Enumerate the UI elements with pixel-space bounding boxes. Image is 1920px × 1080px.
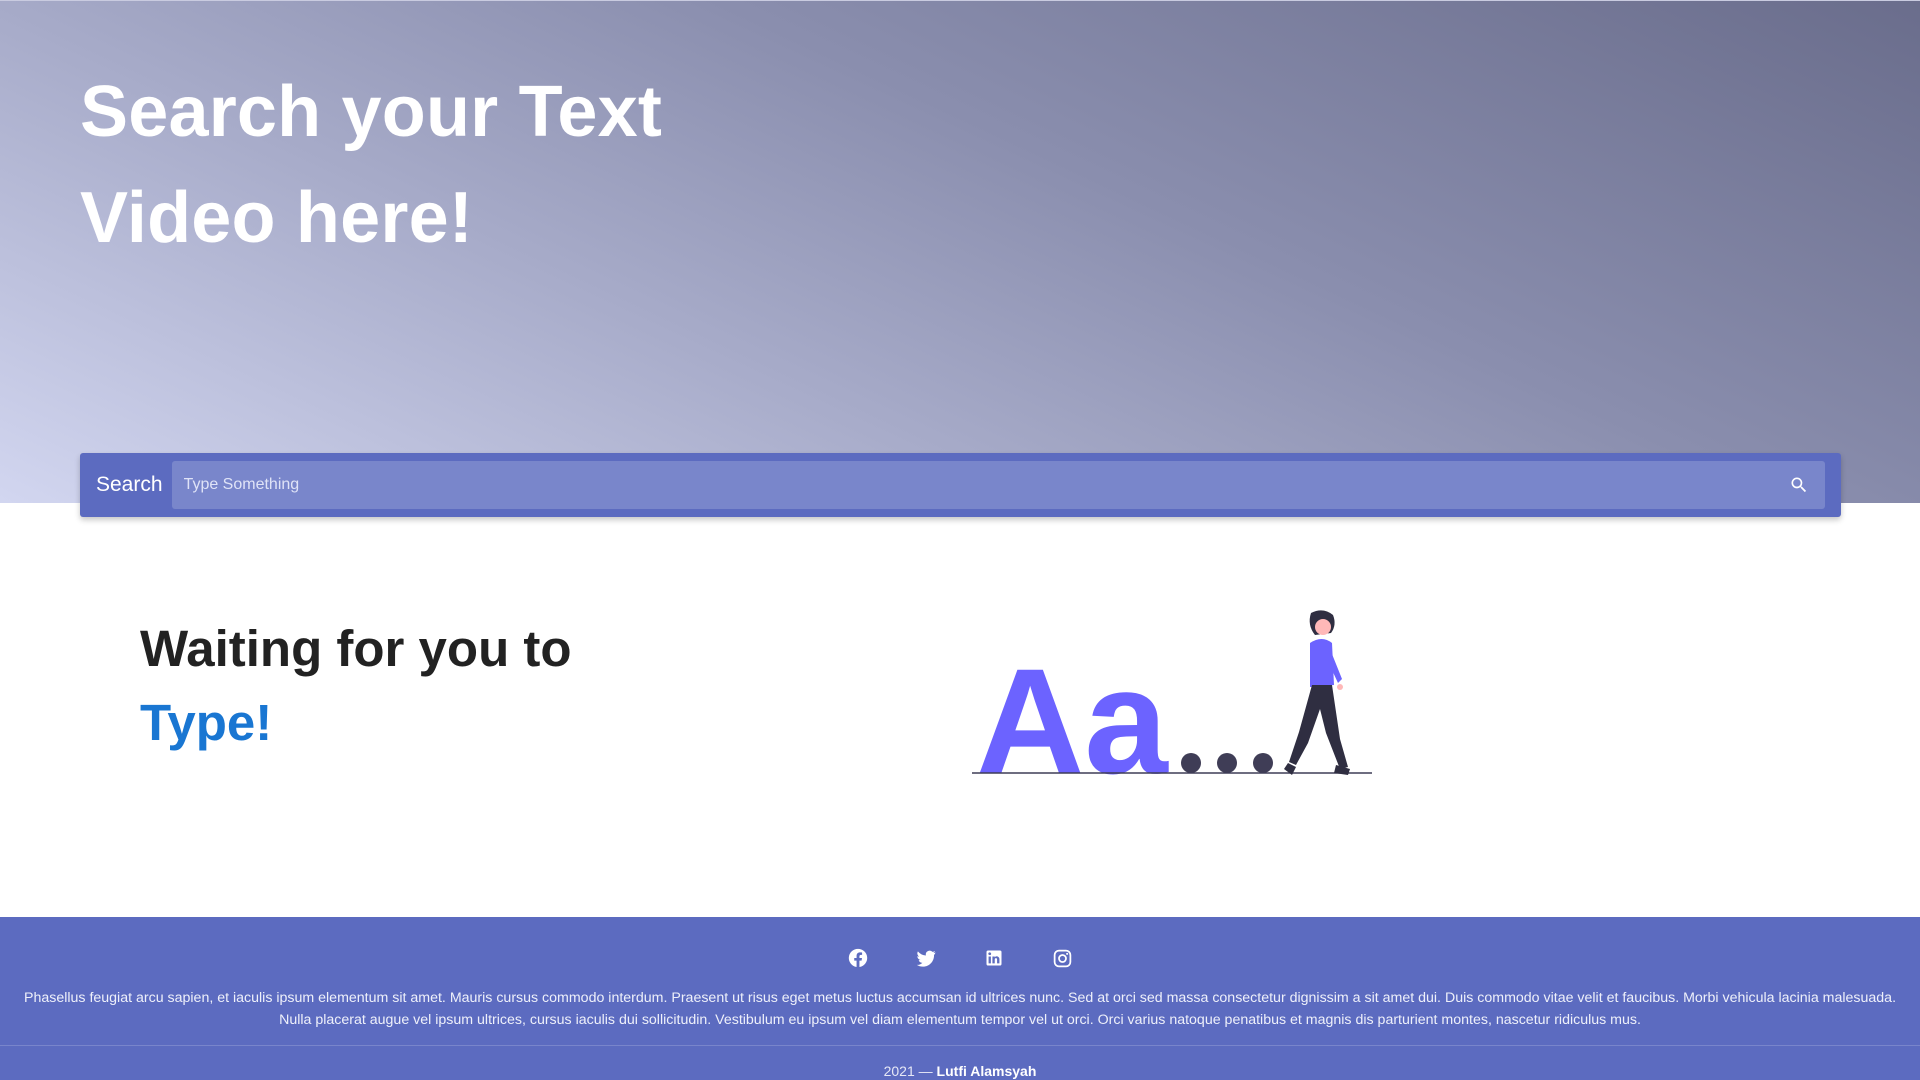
linkedin-link[interactable] bbox=[960, 937, 1028, 979]
search-icon[interactable] bbox=[1787, 473, 1811, 497]
twitter-link[interactable] bbox=[892, 937, 960, 979]
facebook-link[interactable] bbox=[824, 937, 892, 979]
facebook-icon bbox=[848, 948, 868, 968]
footer-description-line2: Nulla placerat augue vel ipsum ultrices,… bbox=[279, 1012, 1641, 1028]
illustration-letters: Aa bbox=[976, 637, 1169, 780]
search-label: Search bbox=[96, 473, 163, 496]
walking-woman-figure bbox=[1284, 610, 1350, 775]
hero-title: Search your Text Video here! bbox=[80, 59, 662, 271]
illustration-dot bbox=[1253, 753, 1273, 773]
instagram-link[interactable] bbox=[1028, 937, 1096, 979]
twitter-icon bbox=[916, 950, 936, 967]
empty-state-line2: Type! bbox=[140, 694, 273, 751]
instagram-icon bbox=[1053, 949, 1071, 967]
copyright: 2021 — Lutfi Alamsyah bbox=[0, 1063, 1920, 1079]
hero-title-line2: Video here! bbox=[80, 178, 473, 258]
copyright-author: Lutfi Alamsyah bbox=[936, 1063, 1037, 1079]
footer-description-line1: Phasellus feugiat arcu sapien, et iaculi… bbox=[23, 990, 1897, 1006]
empty-state-line1: Waiting for you to bbox=[140, 620, 572, 677]
copyright-year: 2021 — bbox=[883, 1063, 937, 1079]
typing-illustration: Aa bbox=[972, 610, 1372, 780]
social-links bbox=[0, 937, 1920, 979]
footer-description: Phasellus feugiat arcu sapien, et iaculi… bbox=[20, 987, 1900, 1031]
footer-divider bbox=[0, 1045, 1920, 1046]
illustration-dot bbox=[1217, 753, 1237, 773]
search-bar: Search bbox=[80, 453, 1841, 517]
search-input[interactable] bbox=[171, 461, 1825, 509]
footer: Phasellus feugiat arcu sapien, et iaculi… bbox=[0, 917, 1920, 1080]
hero-title-line1: Search your Text bbox=[80, 72, 663, 152]
hero-banner: Search your Text Video here! bbox=[0, 0, 1920, 503]
search-field[interactable] bbox=[171, 461, 1825, 509]
empty-state-message: Waiting for you to Type! bbox=[140, 612, 572, 760]
illustration-dot bbox=[1181, 753, 1201, 773]
linkedin-icon bbox=[986, 950, 1002, 966]
